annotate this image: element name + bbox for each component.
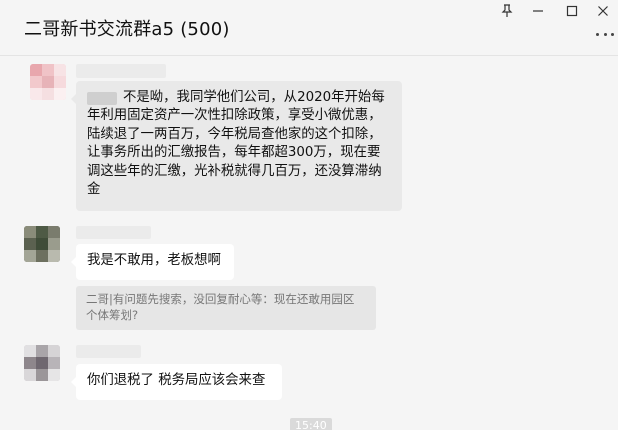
message-line: 调这些年的汇缴，光补税就得几百万，还没算滞纳 (87, 163, 382, 179)
avatar[interactable] (24, 226, 60, 262)
quoted-message[interactable]: 二哥|有问题先搜索，没回复耐心等：现在还敢用园区 个体筹划? (76, 286, 376, 330)
timestamp: 15:40 (290, 418, 332, 430)
message-line: 年利用固定资产一次性扣除政策，享受小微优惠， (87, 108, 382, 124)
quote-line: 个体筹划? (86, 308, 139, 322)
chat-title: 二哥新书交流群a5 (500) (24, 19, 230, 40)
message-line: 不是呦，我同学他们公司，从2020年开始每 (123, 90, 385, 105)
sender-name (76, 345, 141, 358)
message-bubble: 不是呦，我同学他们公司，从2020年开始每 年利用固定资产一次性扣除政策，享受小… (71, 81, 402, 211)
message-line: 让事务所出的汇缴报告，每年都超300万，现在要 (87, 145, 381, 161)
sender-name (76, 226, 151, 239)
title-bar: 二哥新书交流群a5 (500) (0, 0, 618, 56)
avatar[interactable] (24, 345, 60, 381)
message-line: 陆续退了一两百万，今年税局查他家的这个扣除， (87, 126, 382, 142)
more-icon[interactable] (596, 28, 614, 40)
avatar[interactable] (30, 64, 66, 100)
message-bubble: 我是不敢用，老板想啊 (71, 244, 234, 280)
sender-name (76, 64, 166, 78)
close-icon[interactable] (592, 2, 614, 20)
message-line: 金 (87, 182, 101, 197)
mention-redacted (87, 92, 117, 105)
message-bubble: 你们退税了 税务局应该会来查 (71, 364, 282, 400)
minimize-icon[interactable] (527, 2, 549, 20)
maximize-icon[interactable] (561, 2, 583, 20)
quote-line: 二哥|有问题先搜索，没回复耐心等：现在还敢用园区 (86, 292, 355, 306)
pin-icon[interactable] (496, 2, 518, 20)
